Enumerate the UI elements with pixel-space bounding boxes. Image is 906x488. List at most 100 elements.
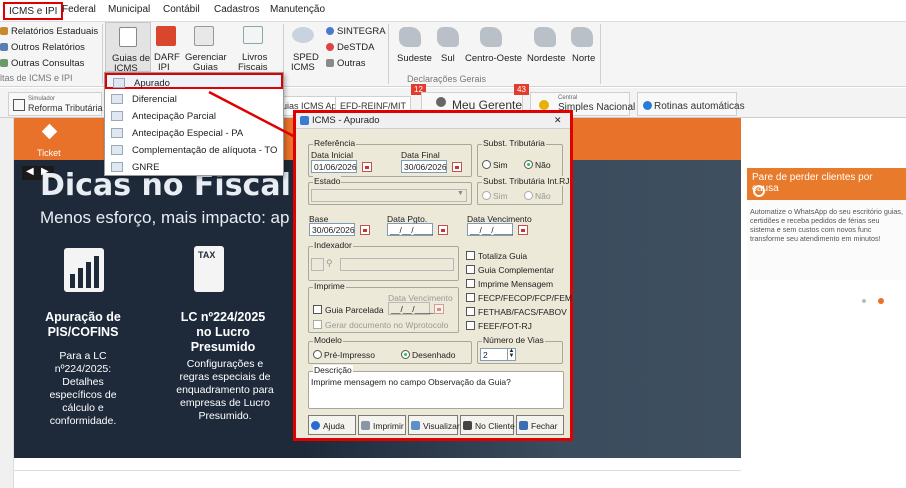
pre-impresso-radio[interactable] bbox=[313, 350, 322, 359]
card-pis-cofins[interactable]: Apuração de PIS/COFINS Para a LC nº224/2… bbox=[32, 238, 134, 448]
dropdown-item-apurado[interactable]: Apurado bbox=[105, 73, 283, 89]
sudeste-button[interactable]: Sudeste bbox=[397, 53, 432, 64]
desenhado-radio[interactable] bbox=[401, 350, 410, 359]
guias-icms-button[interactable]: Guias de ICMS bbox=[105, 22, 151, 74]
subst-nao-radio[interactable] bbox=[524, 160, 533, 169]
data-final-input[interactable]: 30/06/2026 bbox=[401, 160, 447, 173]
feef-checkbox[interactable] bbox=[466, 321, 475, 330]
chevron-down-icon: ▼ bbox=[457, 190, 464, 197]
icms-apurado-dialog: ICMS - Apurado ✕ Referência Data Inicial… bbox=[293, 110, 573, 441]
calendar-icon[interactable] bbox=[518, 225, 528, 235]
ajuda-button[interactable]: Ajuda bbox=[308, 415, 356, 435]
data-vencimento-parcela-input[interactable]: __/__/____ bbox=[388, 302, 434, 315]
tab-reforma-tributaria[interactable]: Simulador Reforma Tributária bbox=[8, 92, 103, 116]
ticket-icon bbox=[41, 123, 58, 140]
tab-rotinas-automaticas[interactable]: Rotinas automáticas bbox=[637, 92, 745, 116]
numero-vias-group: Número de Vias 2 ▲ ▼ bbox=[477, 335, 563, 364]
fethab-checkbox[interactable] bbox=[466, 307, 475, 316]
separator bbox=[102, 24, 103, 84]
close-icon[interactable]: ✕ bbox=[554, 115, 562, 126]
imprime-mensagem-checkbox[interactable] bbox=[466, 279, 475, 288]
subst-rj-sim-radio[interactable] bbox=[482, 191, 491, 200]
norte-button[interactable]: Norte bbox=[572, 53, 595, 64]
carousel-dot[interactable] bbox=[862, 299, 866, 303]
calendar-icon[interactable] bbox=[360, 225, 370, 235]
data-inicial-input[interactable]: 01/06/2026 bbox=[311, 160, 357, 173]
indexador-code-input[interactable] bbox=[311, 258, 324, 271]
gerenciar-guias-button[interactable]: Gerenciar Guias bbox=[183, 22, 227, 73]
map-norte-icon bbox=[571, 27, 593, 47]
darf-icon bbox=[156, 26, 176, 46]
prev-arrow-icon[interactable]: ◀ bbox=[26, 166, 34, 177]
indexador-name-input[interactable] bbox=[340, 258, 454, 271]
promo-title[interactable]: Pare de perder clientes por causa bbox=[747, 168, 906, 200]
dialog-title: ICMS - Apurado bbox=[312, 115, 380, 126]
carousel-dot-active[interactable] bbox=[878, 298, 884, 304]
calendar-icon[interactable] bbox=[434, 304, 444, 314]
spinner-icon[interactable]: ▲ ▼ bbox=[507, 348, 515, 360]
numero-vias-input[interactable]: 2 ▲ ▼ bbox=[480, 348, 516, 361]
sped-icms-button[interactable]: SPED ICMS bbox=[288, 22, 319, 73]
subst-rj-nao-radio[interactable] bbox=[524, 191, 533, 200]
imprimir-button[interactable]: Imprimir bbox=[358, 415, 406, 435]
descricao-text[interactable]: Imprime mensagem no campo Observação da … bbox=[311, 377, 511, 387]
calendar-icon[interactable] bbox=[362, 162, 372, 172]
map-sul-icon bbox=[437, 27, 459, 47]
document-icon bbox=[113, 78, 125, 88]
card-lucro-presumido[interactable]: TAX LC nº224/2025 no Lucro Presumido Con… bbox=[172, 238, 274, 448]
gerar-documento-checkbox[interactable] bbox=[313, 320, 322, 329]
map-centro-oeste-icon bbox=[480, 27, 502, 47]
outras-button[interactable]: Outras bbox=[337, 58, 366, 69]
calendar-icon[interactable] bbox=[452, 162, 462, 172]
report-icon bbox=[0, 27, 8, 35]
map-nordeste-icon bbox=[534, 27, 556, 47]
indexador-group: Indexador ⚲ bbox=[308, 240, 459, 281]
gear-icon bbox=[643, 101, 652, 110]
report-icon bbox=[0, 43, 8, 51]
fechar-button[interactable]: Fechar bbox=[516, 415, 564, 435]
visualizar-button[interactable]: Visualizar bbox=[408, 415, 460, 435]
sul-button[interactable]: Sul bbox=[441, 53, 455, 64]
tab-contabil[interactable]: Contábil bbox=[163, 4, 200, 15]
gerente-badge: 43 bbox=[514, 84, 529, 95]
outros-relatorios-button[interactable]: Outros Relatórios bbox=[11, 42, 85, 53]
help-icon bbox=[311, 421, 320, 430]
nordeste-button[interactable]: Nordeste bbox=[527, 53, 566, 64]
livros-fiscais-button[interactable]: Livros Fiscais bbox=[235, 22, 271, 73]
estado-select[interactable]: ▼ bbox=[311, 189, 467, 202]
separator bbox=[600, 24, 601, 84]
options-group: Totaliza Guia Guia Complementar Imprime … bbox=[463, 246, 572, 334]
dropdown-item-gnre[interactable]: GNRE bbox=[105, 159, 283, 175]
data-vencimento-input[interactable]: __/__/____ bbox=[467, 223, 513, 236]
fecp-checkbox[interactable] bbox=[466, 293, 475, 302]
calendar-icon[interactable] bbox=[438, 225, 448, 235]
guia-parcelada-checkbox[interactable] bbox=[313, 305, 322, 314]
sintegra-button[interactable]: SINTEGRA bbox=[337, 26, 386, 37]
subst-rj-group: Subst. Tributária Int.RJ Sim Não bbox=[477, 176, 571, 205]
outras-consultas-button[interactable]: Outras Consultas bbox=[11, 58, 84, 69]
base-input[interactable]: 30/06/2026 bbox=[309, 223, 355, 236]
tab-manutencao[interactable]: Manutenção bbox=[270, 4, 325, 15]
tab-icms-ipi[interactable]: ICMS e IPI bbox=[3, 2, 64, 20]
ticket-box[interactable]: Ticket bbox=[30, 118, 70, 160]
printer-icon bbox=[361, 421, 370, 430]
tab-federal[interactable]: Federal bbox=[62, 4, 96, 15]
darf-ipi-button[interactable]: DARF IPI bbox=[152, 22, 180, 73]
destda-button[interactable]: DeSTDA bbox=[337, 42, 374, 53]
totaliza-guia-checkbox[interactable] bbox=[466, 251, 475, 260]
data-pgto-input[interactable]: __/__/____ bbox=[387, 223, 433, 236]
dialog-titlebar: ICMS - Apurado ✕ bbox=[296, 113, 570, 129]
search-icon[interactable]: ⚲ bbox=[326, 258, 338, 270]
subst-sim-radio[interactable] bbox=[482, 160, 491, 169]
centro-oeste-button[interactable]: Centro-Oeste bbox=[465, 53, 522, 64]
relatorios-estaduais-button[interactable]: Relatórios Estaduais bbox=[11, 26, 98, 37]
truck-icon bbox=[111, 128, 123, 138]
map-sudeste-icon bbox=[399, 27, 421, 47]
guide-icon bbox=[119, 27, 137, 47]
tab-cadastros[interactable]: Cadastros bbox=[214, 4, 260, 15]
tax-document-icon: TAX bbox=[194, 246, 224, 292]
guia-complementar-checkbox[interactable] bbox=[466, 265, 475, 274]
no-cliente-button[interactable]: No Cliente bbox=[460, 415, 515, 435]
sintegra-icon bbox=[326, 27, 334, 35]
tab-municipal[interactable]: Municipal bbox=[108, 4, 150, 15]
